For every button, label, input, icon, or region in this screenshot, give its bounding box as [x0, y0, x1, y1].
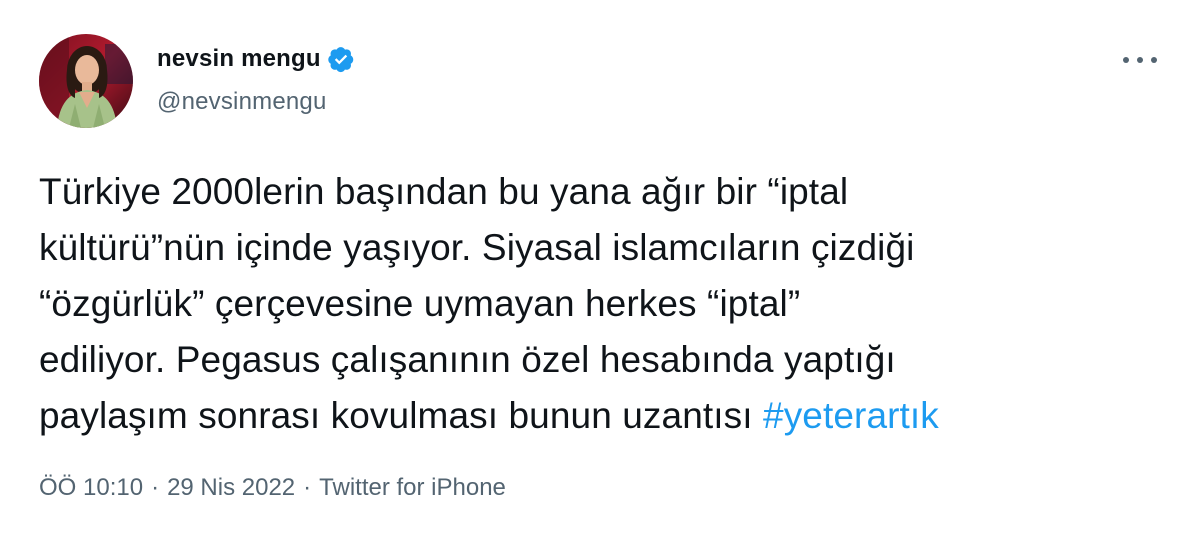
- tweet-metadata: ÖÖ 10:10 · 29 Nis 2022 · Twitter for iPhone: [39, 474, 506, 502]
- dot: [1123, 57, 1129, 63]
- author-handle[interactable]: @nevsinmengu: [157, 88, 327, 116]
- tweet-time[interactable]: ÖÖ 10:10: [39, 474, 143, 501]
- tweet-text-line: “özgürlük” çerçevesine uymayan herkes “i…: [39, 283, 801, 324]
- tweet-text-line-last: paylaşım sonrası kovulması bunun uzantıs…: [39, 388, 1169, 444]
- verified-badge-icon: [327, 45, 355, 73]
- author-name-row[interactable]: nevsin mengu: [157, 42, 355, 76]
- more-horizontal-icon[interactable]: [1123, 50, 1157, 70]
- dot: [1137, 57, 1143, 63]
- tweet-text-line: Türkiye 2000lerin başından bu yana ağır …: [39, 171, 849, 212]
- tweet-text: Türkiye 2000lerin başından bu yana ağır …: [39, 164, 1169, 444]
- tweet-text-line-content: paylaşım sonrası kovulması bunun uzantıs…: [39, 395, 764, 436]
- avatar-photo: [39, 34, 133, 128]
- tweet-text-line: ediliyor. Pegasus çalışanının özel hesab…: [39, 339, 896, 380]
- tweet-text-line: kültürü”nün içinde yaşıyor. Siyasal isla…: [39, 227, 915, 268]
- separator: ·: [151, 474, 160, 501]
- tweet-source[interactable]: Twitter for iPhone: [319, 474, 506, 501]
- separator: ·: [303, 474, 312, 501]
- tweet-card: nevsin mengu @nevsinmengu Türkiye 2000le…: [0, 0, 1200, 536]
- avatar[interactable]: [39, 34, 133, 128]
- tweet-date[interactable]: 29 Nis 2022: [167, 474, 295, 501]
- display-name[interactable]: nevsin mengu: [157, 45, 321, 73]
- dot: [1151, 57, 1157, 63]
- hashtag-link[interactable]: #yeterartık: [763, 395, 939, 436]
